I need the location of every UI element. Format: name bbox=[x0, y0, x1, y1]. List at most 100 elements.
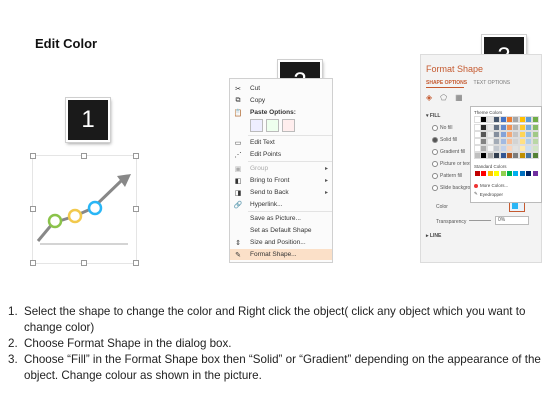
menu-item-edit-text[interactable]: ▭ Edit Text bbox=[230, 137, 332, 148]
theme-color-swatch[interactable] bbox=[531, 138, 539, 145]
more-colors-item[interactable]: More Colors... bbox=[474, 183, 508, 188]
theme-color-swatch[interactable] bbox=[486, 116, 494, 123]
theme-color-swatch[interactable] bbox=[486, 152, 494, 159]
standard-color-swatch[interactable] bbox=[519, 171, 525, 176]
theme-color-swatch[interactable] bbox=[512, 131, 520, 138]
theme-color-swatch[interactable] bbox=[506, 124, 513, 131]
transparency-slider[interactable] bbox=[469, 220, 491, 221]
fill-option-pattern[interactable]: Pattern fill bbox=[432, 173, 462, 179]
menu-item-copy[interactable]: ⧉ Copy bbox=[230, 95, 332, 106]
theme-color-swatch[interactable] bbox=[499, 124, 507, 131]
menu-item-group[interactable]: ▣ Group ▸ bbox=[230, 163, 332, 174]
theme-color-swatch[interactable] bbox=[518, 131, 526, 138]
theme-color-swatch[interactable] bbox=[518, 138, 526, 145]
standard-color-swatch[interactable] bbox=[481, 171, 487, 176]
theme-color-swatch[interactable] bbox=[512, 138, 520, 145]
growth-arrow-graphic[interactable] bbox=[33, 156, 136, 263]
standard-color-swatch[interactable] bbox=[532, 171, 538, 176]
theme-color-swatch[interactable] bbox=[486, 131, 494, 138]
theme-color-swatch[interactable] bbox=[480, 116, 488, 123]
theme-color-swatch[interactable] bbox=[480, 138, 488, 145]
theme-color-swatch[interactable] bbox=[518, 124, 526, 131]
theme-color-swatch[interactable] bbox=[531, 124, 539, 131]
effects-icon[interactable]: ⬠ bbox=[440, 93, 447, 102]
fill-option-gradient[interactable]: Gradient fill bbox=[432, 149, 465, 155]
transparency-input[interactable]: 0% bbox=[495, 216, 529, 225]
theme-color-swatch[interactable] bbox=[493, 145, 501, 152]
section-fill[interactable]: ▾ FILL bbox=[426, 113, 440, 119]
theme-color-swatch[interactable] bbox=[506, 131, 513, 138]
theme-color-swatch[interactable] bbox=[480, 131, 488, 138]
menu-item-send-to-back[interactable]: ◨ Send to Back ▸ bbox=[230, 187, 332, 198]
theme-color-swatch[interactable] bbox=[512, 145, 520, 152]
theme-color-swatch[interactable] bbox=[525, 124, 533, 131]
theme-color-swatch[interactable] bbox=[480, 145, 488, 152]
theme-color-swatch[interactable] bbox=[486, 124, 494, 131]
theme-color-swatch[interactable] bbox=[499, 152, 507, 159]
theme-color-swatch[interactable] bbox=[474, 145, 481, 152]
theme-color-swatch[interactable] bbox=[493, 138, 501, 145]
theme-color-swatch[interactable] bbox=[525, 145, 533, 152]
menu-item-save-as-picture[interactable]: Save as Picture... bbox=[230, 213, 332, 224]
menu-item-format-shape[interactable]: ✎ Format Shape... bbox=[230, 249, 332, 260]
theme-color-swatch[interactable] bbox=[474, 116, 481, 123]
fill-option-none[interactable]: No fill bbox=[432, 125, 453, 131]
menu-item-bring-to-front[interactable]: ◧ Bring to Front ▸ bbox=[230, 175, 332, 186]
theme-color-swatch[interactable] bbox=[474, 152, 481, 159]
paste-keep-source-icon[interactable] bbox=[250, 119, 263, 132]
theme-color-swatch[interactable] bbox=[486, 145, 494, 152]
theme-color-swatch[interactable] bbox=[499, 145, 507, 152]
theme-color-swatch[interactable] bbox=[474, 124, 481, 131]
fill-option-solid[interactable]: Solid fill bbox=[432, 137, 457, 143]
paste-picture-icon[interactable] bbox=[266, 119, 279, 132]
theme-color-swatch[interactable] bbox=[480, 124, 488, 131]
theme-color-swatch[interactable] bbox=[474, 131, 481, 138]
theme-color-swatch[interactable] bbox=[499, 131, 507, 138]
standard-color-swatch[interactable] bbox=[507, 171, 512, 176]
theme-color-swatch[interactable] bbox=[518, 116, 526, 123]
menu-item-hyperlink[interactable]: 🔗 Hyperlink... bbox=[230, 199, 332, 210]
eyedropper-item[interactable]: ✎ Eyedropper bbox=[474, 191, 503, 197]
theme-color-swatch[interactable] bbox=[531, 131, 539, 138]
standard-color-swatch[interactable] bbox=[487, 171, 493, 176]
section-line[interactable]: ▸ LINE bbox=[426, 233, 441, 239]
theme-color-swatch[interactable] bbox=[506, 145, 513, 152]
theme-color-swatch[interactable] bbox=[506, 152, 513, 159]
theme-color-swatch[interactable] bbox=[474, 138, 481, 145]
standard-color-swatch[interactable] bbox=[500, 171, 506, 176]
tab-text-options[interactable]: TEXT OPTIONS bbox=[474, 80, 511, 86]
theme-color-swatch[interactable] bbox=[499, 116, 507, 123]
theme-color-swatch[interactable] bbox=[493, 116, 501, 123]
theme-color-swatch[interactable] bbox=[531, 152, 539, 159]
theme-color-swatch[interactable] bbox=[531, 145, 539, 152]
theme-color-swatch[interactable] bbox=[525, 116, 533, 123]
theme-color-swatch[interactable] bbox=[531, 116, 539, 123]
theme-color-swatch[interactable] bbox=[518, 152, 526, 159]
theme-color-swatch[interactable] bbox=[486, 138, 494, 145]
theme-color-swatch[interactable] bbox=[512, 116, 520, 123]
standard-color-swatch[interactable] bbox=[494, 171, 500, 176]
theme-color-swatch[interactable] bbox=[493, 152, 501, 159]
standard-color-swatch[interactable] bbox=[513, 171, 519, 176]
theme-color-swatch[interactable] bbox=[499, 138, 507, 145]
paste-text-icon[interactable] bbox=[282, 119, 295, 132]
theme-color-swatch[interactable] bbox=[525, 138, 533, 145]
menu-item-edit-points[interactable]: ⋰ Edit Points bbox=[230, 149, 332, 160]
standard-color-swatch[interactable] bbox=[475, 171, 480, 176]
menu-item-set-default-shape[interactable]: Set as Default Shape bbox=[230, 225, 332, 236]
menu-item-size-position[interactable]: ⇕ Size and Position... bbox=[230, 237, 332, 248]
theme-color-swatch[interactable] bbox=[506, 116, 513, 123]
fill-line-icon[interactable]: ◈ bbox=[426, 93, 432, 102]
theme-color-swatch[interactable] bbox=[512, 124, 520, 131]
tab-shape-options[interactable]: SHAPE OPTIONS bbox=[426, 80, 467, 86]
menu-item-cut[interactable]: ✂ Cut bbox=[230, 83, 332, 94]
theme-color-swatch[interactable] bbox=[518, 145, 526, 152]
size-properties-icon[interactable]: ▦ bbox=[455, 93, 463, 102]
theme-color-swatch[interactable] bbox=[493, 124, 501, 131]
standard-color-swatch[interactable] bbox=[526, 171, 532, 176]
theme-color-swatch[interactable] bbox=[480, 152, 488, 159]
theme-color-swatch[interactable] bbox=[493, 131, 501, 138]
theme-color-swatch[interactable] bbox=[512, 152, 520, 159]
theme-color-swatch[interactable] bbox=[525, 131, 533, 138]
theme-color-swatch[interactable] bbox=[506, 138, 513, 145]
